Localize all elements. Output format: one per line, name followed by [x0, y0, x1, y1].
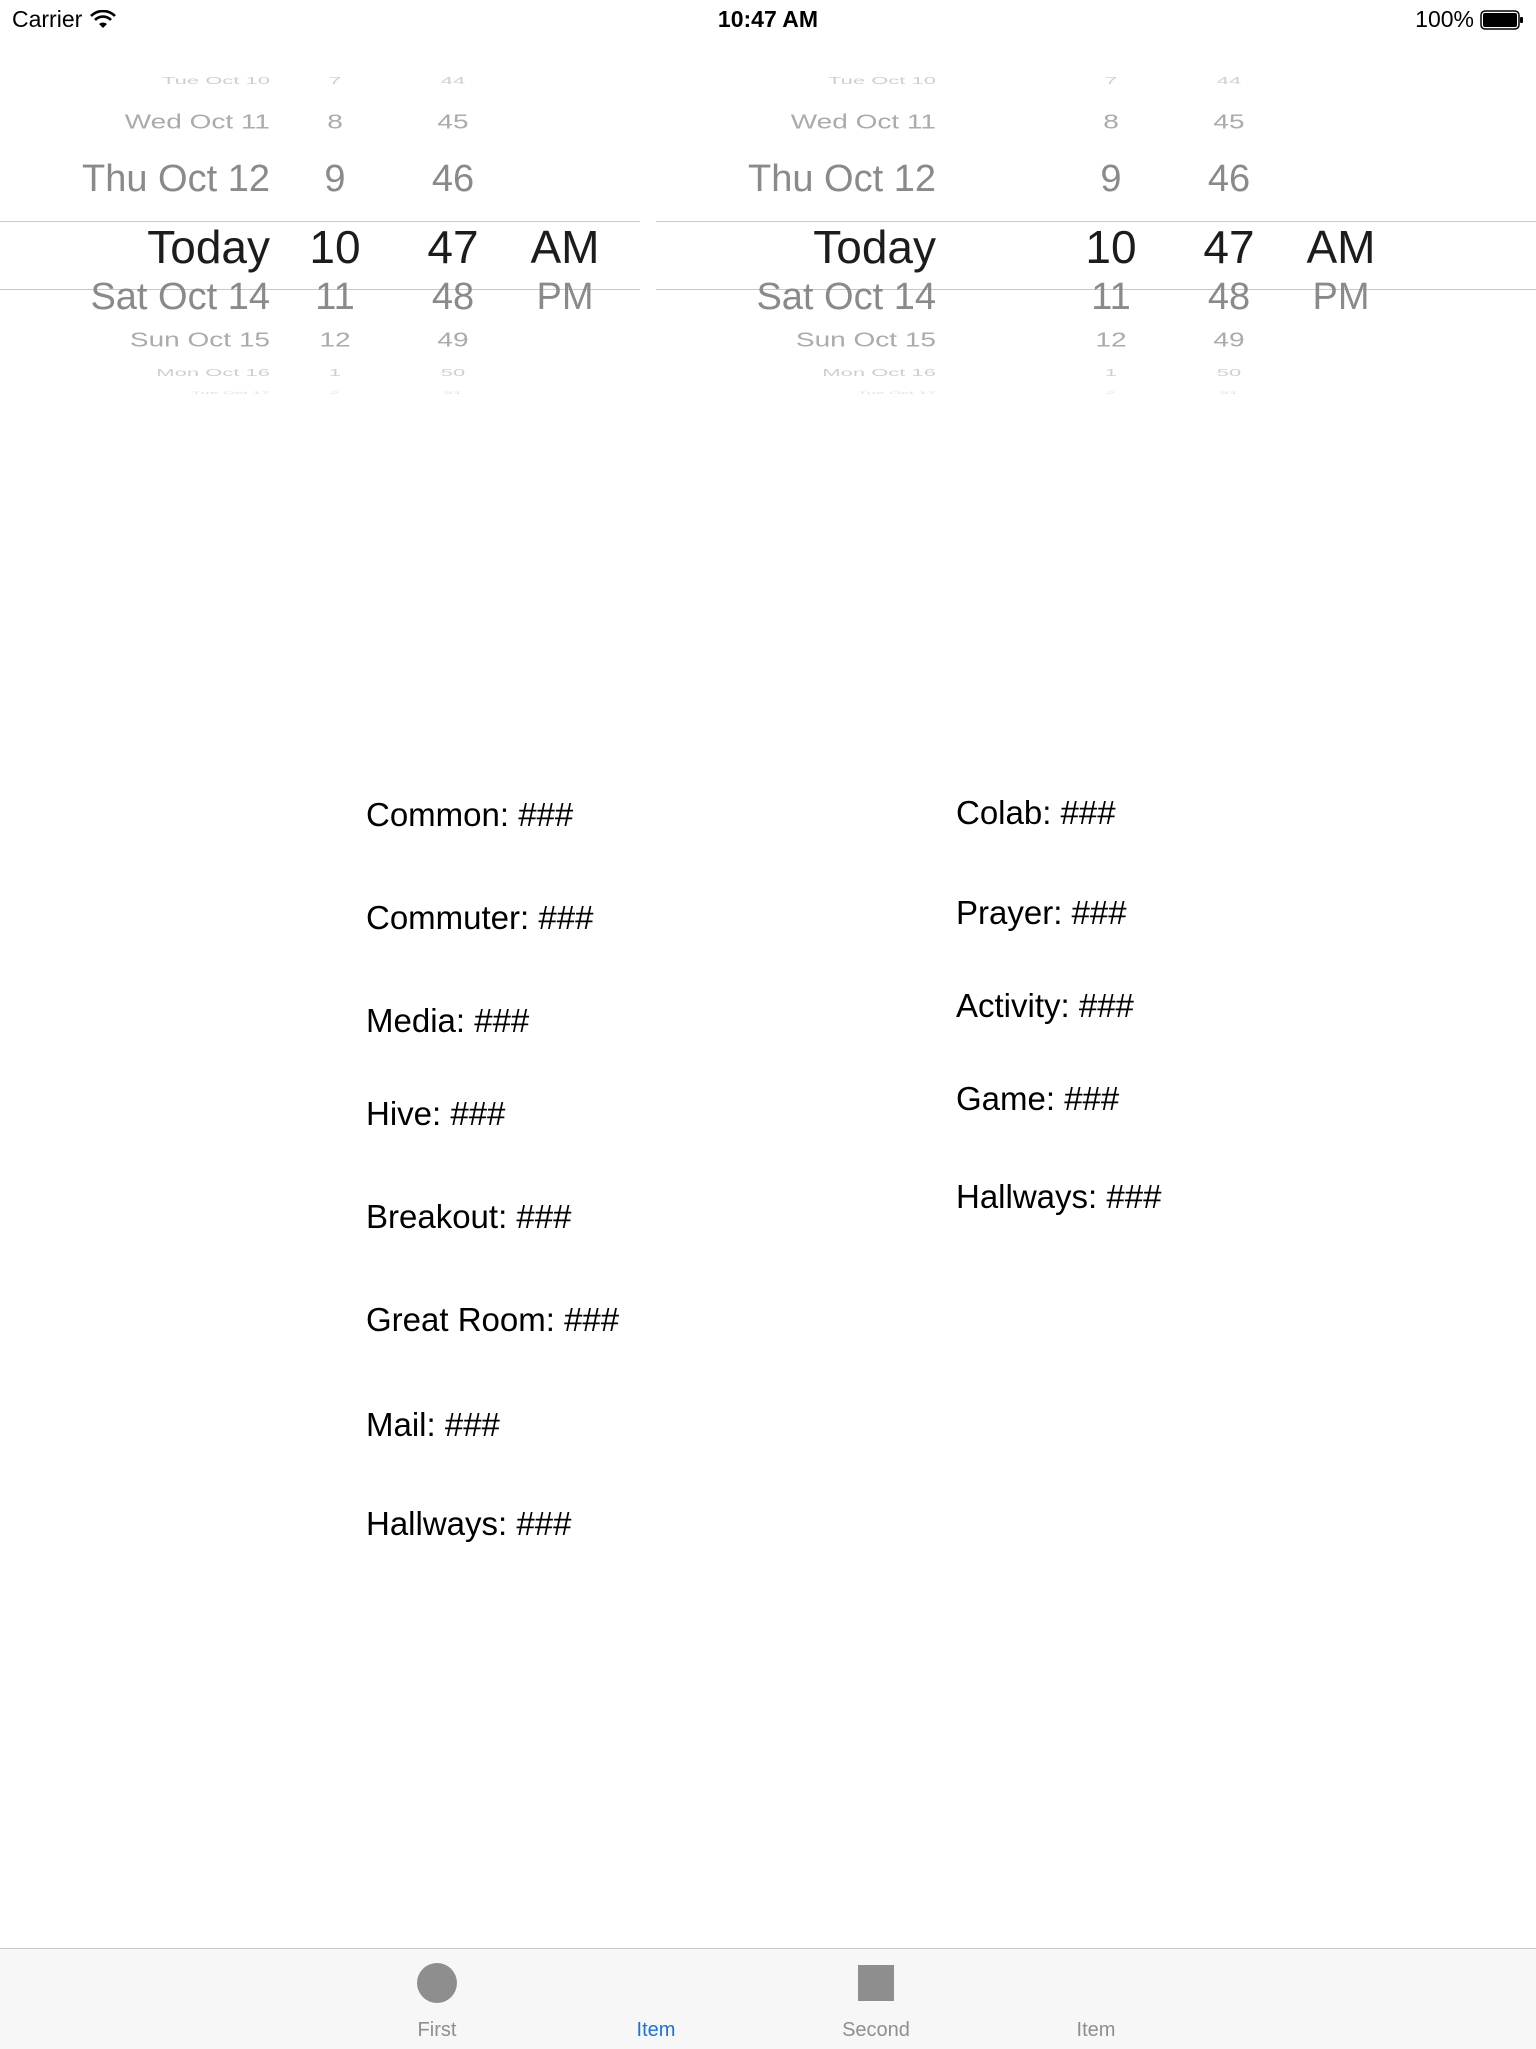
picker-minute-item[interactable]: 46 — [418, 158, 488, 201]
picker-minute-item[interactable]: 44 — [418, 75, 488, 87]
label-hallways-right: Hallways: ### — [956, 1178, 1162, 1215]
picker-minute-item[interactable]: 48 — [1194, 276, 1264, 319]
picker-date-item[interactable]: Tue Oct 17 — [10, 391, 270, 396]
picker-date-item[interactable]: Mon Oct 16 — [676, 367, 936, 379]
picker-date-item[interactable]: Sun Oct 15 — [10, 328, 270, 351]
picker-minute-item[interactable]: 50 — [1194, 367, 1264, 379]
picker-date-item[interactable]: Sat Oct 14 — [10, 276, 270, 319]
label-prayer: Prayer: ### — [956, 894, 1127, 931]
picker-date-item[interactable]: Today — [676, 220, 936, 274]
picker-hour-item[interactable]: 7 — [300, 75, 370, 87]
picker-date-item[interactable]: Thu Oct 12 — [676, 158, 936, 201]
picker-ampm-item[interactable]: AM — [1296, 220, 1386, 274]
tab-first-label: First — [417, 2019, 457, 2041]
tab-bar: First Item Second Item — [0, 1948, 1536, 2049]
picker-hour-item[interactable]: 1 — [300, 367, 370, 379]
label-commuter: Commuter: ### — [366, 899, 594, 936]
picker-minute-item[interactable]: 47 — [418, 220, 488, 274]
label-breakout: Breakout: ### — [366, 1198, 572, 1235]
picker-date-item[interactable]: Wed Oct 11 — [676, 110, 936, 133]
tab-item-2[interactable]: Item — [996, 1949, 1196, 2049]
tab-first[interactable]: First — [337, 1949, 537, 2049]
tab-item-1-label: Item — [636, 2019, 676, 2041]
label-game: Game: ### — [956, 1080, 1120, 1117]
battery-icon — [1480, 9, 1523, 30]
label-activity: Activity: ### — [956, 987, 1134, 1024]
picker-date-item[interactable]: Sun Oct 15 — [676, 328, 936, 351]
picker-date-item[interactable]: Tue Oct 10 — [676, 75, 936, 87]
picker-ampm-item[interactable]: AM — [520, 220, 610, 274]
picker-hour-item[interactable]: 7 — [1076, 75, 1146, 87]
label-hive: Hive: ### — [366, 1095, 506, 1132]
picker-minute-item[interactable]: 51 — [1194, 391, 1264, 396]
picker-ampm-item[interactable]: PM — [1296, 276, 1386, 319]
picker-minute-item[interactable]: 44 — [1194, 75, 1264, 87]
picker-minute-item[interactable]: 45 — [1194, 110, 1264, 133]
picker-hour-item[interactable]: 10 — [300, 220, 370, 274]
picker-hour-item[interactable]: 2 — [1076, 391, 1146, 396]
picker-hour-item[interactable]: 12 — [1076, 328, 1146, 351]
picker-ampm-item[interactable]: PM — [520, 276, 610, 319]
label-great-room: Great Room: ### — [366, 1301, 620, 1338]
picker-date-item[interactable]: Sat Oct 14 — [676, 276, 936, 319]
tab-second[interactable]: Second — [776, 1949, 976, 2049]
battery-indicator: 100% — [1415, 6, 1524, 33]
label-hallways-left: Hallways: ### — [366, 1505, 572, 1542]
tab-item-1[interactable]: Item — [556, 1949, 756, 2049]
picker-minute-item[interactable]: 51 — [418, 391, 488, 396]
square-icon — [858, 1965, 894, 2001]
date-picker-right[interactable]: Mon Oct 9643Tue Oct 10744Wed Oct 11845Th… — [656, 70, 1536, 430]
label-mail: Mail: ### — [366, 1406, 500, 1443]
label-common: Common: ### — [366, 796, 574, 833]
tab-item-2-label: Item — [1076, 2019, 1116, 2041]
picker-hour-item[interactable]: 9 — [1076, 158, 1146, 201]
picker-minute-item[interactable]: 48 — [418, 276, 488, 319]
picker-date-item[interactable]: Wed Oct 11 — [10, 110, 270, 133]
picker-hour-item[interactable]: 9 — [300, 158, 370, 201]
picker-minute-item[interactable]: 47 — [1194, 220, 1264, 274]
picker-hour-item[interactable]: 8 — [300, 110, 370, 133]
picker-minute-item[interactable]: 50 — [418, 367, 488, 379]
picker-minute-item[interactable]: 49 — [418, 328, 488, 351]
picker-date-item[interactable]: Today — [10, 220, 270, 274]
status-bar: Carrier 10:47 AM 100% — [0, 0, 1536, 40]
picker-hour-item[interactable]: 1 — [1076, 367, 1146, 379]
battery-percent: 100% — [1415, 6, 1474, 32]
tab-second-label: Second — [842, 2019, 910, 2041]
picker-hour-item[interactable]: 10 — [1076, 220, 1146, 274]
picker-hour-item[interactable]: 2 — [300, 391, 370, 396]
picker-minute-item[interactable]: 46 — [1194, 158, 1264, 201]
status-time: 10:47 AM — [717, 6, 819, 32]
picker-hour-item[interactable]: 11 — [300, 276, 370, 319]
picker-minute-item[interactable]: 45 — [418, 110, 488, 133]
picker-date-item[interactable]: Tue Oct 10 — [10, 75, 270, 87]
picker-date-item[interactable]: Mon Oct 16 — [10, 367, 270, 379]
circle-icon — [417, 1963, 457, 2003]
picker-hour-item[interactable]: 8 — [1076, 110, 1146, 133]
picker-hour-item[interactable]: 12 — [300, 328, 370, 351]
label-colab: Colab: ### — [956, 794, 1116, 831]
date-picker-left[interactable]: Mon Oct 9643Tue Oct 10744Wed Oct 11845Th… — [0, 70, 640, 430]
picker-hour-item[interactable]: 11 — [1076, 276, 1146, 319]
label-media: Media: ### — [366, 1002, 530, 1039]
picker-date-item[interactable]: Thu Oct 12 — [10, 158, 270, 201]
picker-date-item[interactable]: Tue Oct 17 — [676, 391, 936, 396]
picker-minute-item[interactable]: 49 — [1194, 328, 1264, 351]
